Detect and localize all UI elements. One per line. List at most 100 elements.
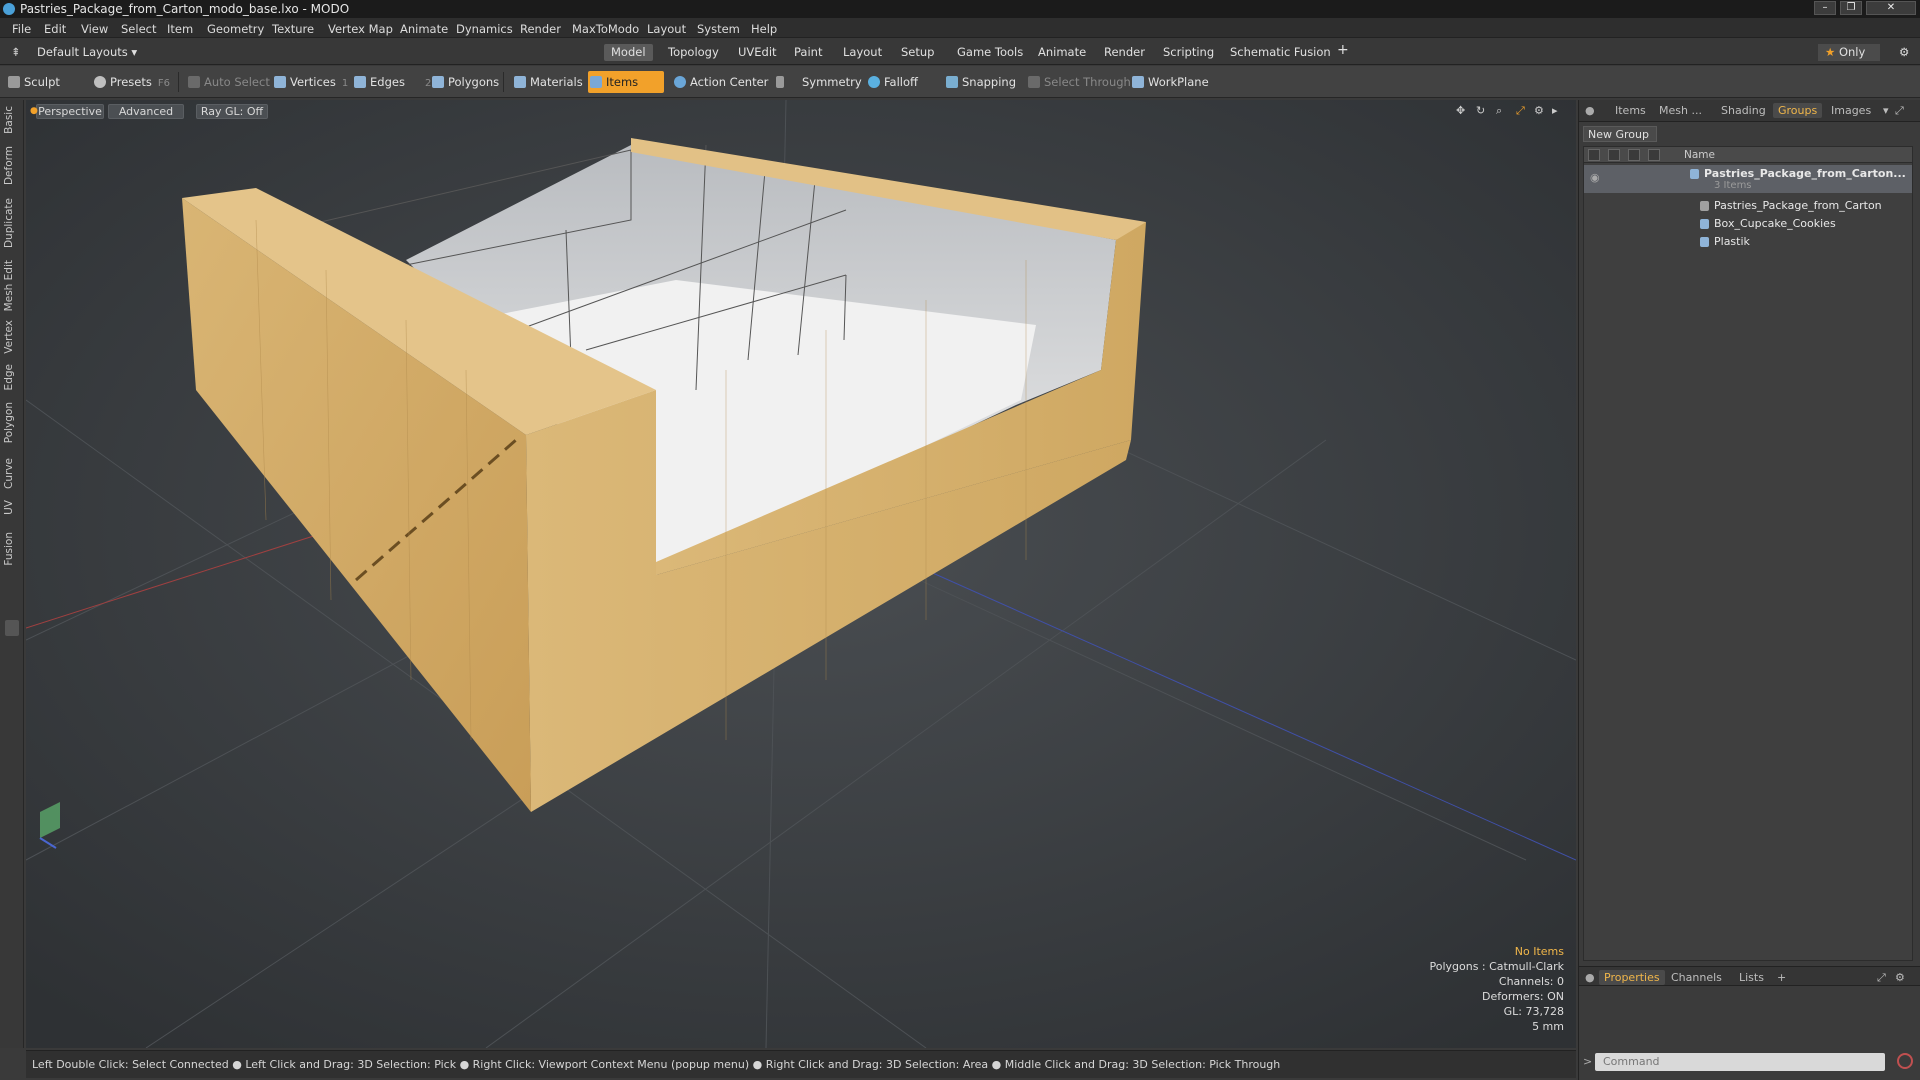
falloff-button[interactable]: Falloff	[866, 71, 918, 93]
menu-geometry[interactable]: Geometry	[207, 22, 264, 36]
tab-game-tools[interactable]: Game Tools	[950, 44, 1030, 61]
vertices-button[interactable]: Vertices 1	[272, 71, 348, 93]
action-center-button[interactable]: Action Center	[672, 71, 768, 93]
tab-items[interactable]: Items	[1615, 104, 1646, 117]
polygons-button[interactable]: Polygons	[430, 71, 499, 93]
tab-uvedit[interactable]: UVEdit	[731, 44, 784, 61]
symmetry-button[interactable]: Symmetry	[774, 71, 862, 93]
menu-select[interactable]: Select	[121, 22, 156, 36]
menu-view[interactable]: View	[81, 22, 108, 36]
new-group-button[interactable]: New Group	[1583, 126, 1657, 142]
tree-item[interactable]: Plastik	[1584, 233, 1912, 251]
tab-paint[interactable]: Paint	[787, 44, 829, 61]
workplane-button[interactable]: WorkPlane	[1130, 71, 1209, 93]
sculpt-button[interactable]: Sculpt	[6, 71, 60, 93]
menu-animate[interactable]: Animate	[400, 22, 448, 36]
tab-setup[interactable]: Setup	[894, 44, 941, 61]
auto-select-toggle[interactable]: Auto Select	[186, 71, 270, 93]
tab-channels[interactable]: Channels	[1671, 971, 1722, 984]
group-row[interactable]: ◉ Pastries_Package_from_Carton... 3 Item…	[1584, 165, 1912, 193]
tab-model[interactable]: Model	[604, 44, 653, 61]
tab-properties[interactable]: Properties	[1599, 970, 1665, 985]
tab-uv[interactable]: UV	[3, 500, 19, 515]
tab-mesh-edit[interactable]: Mesh Edit	[3, 260, 19, 311]
render-col-icon[interactable]	[1608, 149, 1620, 161]
snapping-button[interactable]: Snapping	[944, 71, 1016, 93]
tab-curve[interactable]: Curve	[3, 458, 19, 489]
eye-icon[interactable]: ◉	[1590, 171, 1600, 184]
tab-render[interactable]: Render	[1097, 44, 1152, 61]
tab-scripting[interactable]: Scripting	[1156, 44, 1221, 61]
panel-expand-icon[interactable]: ⤢	[1895, 104, 1904, 118]
tab-edge[interactable]: Edge	[3, 364, 19, 390]
select-col-icon[interactable]	[1648, 149, 1660, 161]
tree-item[interactable]: Box_Cupcake_Cookies	[1584, 215, 1912, 233]
menu-vertex-map[interactable]: Vertex Map	[328, 22, 393, 36]
tab-fusion[interactable]: Fusion	[3, 532, 19, 566]
edges-icon	[354, 76, 366, 88]
bottom-expand-icon[interactable]: ⤢	[1877, 971, 1886, 985]
tab-polygon[interactable]: Polygon	[3, 402, 19, 443]
add-tab-icon[interactable]: +	[1330, 42, 1356, 59]
panel-dropdown-icon[interactable]: ▾	[1883, 104, 1889, 117]
tab-vertex[interactable]: Vertex	[3, 320, 19, 354]
materials-button[interactable]: Materials	[512, 71, 583, 93]
menu-edit[interactable]: Edit	[44, 22, 66, 36]
menu-render[interactable]: Render	[520, 22, 561, 36]
bottom-panel-menu-icon[interactable]: ●	[1585, 971, 1595, 984]
gear-icon[interactable]: ⚙	[1892, 44, 1916, 61]
expand-tabs-icon[interactable]	[5, 620, 19, 636]
tab-shading[interactable]: Shading	[1721, 104, 1766, 117]
viewport-expand-icon[interactable]: ▸	[1552, 104, 1558, 117]
command-input[interactable]: Command	[1595, 1053, 1885, 1071]
tab-duplicate[interactable]: Duplicate	[3, 198, 19, 248]
rotate-view-icon[interactable]: ↻	[1476, 104, 1485, 117]
tab-animate[interactable]: Animate	[1031, 44, 1093, 61]
viewport-menu-icon[interactable]: ●	[30, 106, 38, 116]
menu-item[interactable]: Item	[167, 22, 193, 36]
left-tool-tabs: Basic Deform Duplicate Mesh Edit Vertex …	[0, 100, 24, 1048]
minimize-button[interactable]: –	[1814, 1, 1836, 15]
lock-col-icon[interactable]	[1628, 149, 1640, 161]
bottom-settings-icon[interactable]: ⚙	[1895, 971, 1905, 984]
menu-help[interactable]: Help	[751, 22, 777, 36]
layout-preset-dropdown[interactable]: Default Layouts ▾	[30, 44, 144, 61]
tab-deform[interactable]: Deform	[3, 146, 19, 185]
fit-view-icon[interactable]: ⤢	[1516, 104, 1525, 118]
menu-system[interactable]: System	[697, 22, 740, 36]
tab-layout[interactable]: Layout	[836, 44, 889, 61]
tab-schematic-fusion[interactable]: Schematic Fusion	[1223, 44, 1338, 61]
tab-mesh[interactable]: Mesh ...	[1659, 104, 1702, 117]
tab-images[interactable]: Images	[1831, 104, 1871, 117]
raygl-button[interactable]: Ray GL: Off	[196, 104, 268, 119]
tree-item[interactable]: Pastries_Package_from_Carton	[1584, 197, 1912, 215]
menu-layout[interactable]: Layout	[647, 22, 686, 36]
menu-maxtomodo[interactable]: MaxToModo	[572, 22, 639, 36]
view-mode-button[interactable]: Advanced	[108, 104, 184, 119]
select-through-toggle[interactable]: Select Through	[1026, 71, 1131, 93]
command-stop-icon[interactable]	[1897, 1053, 1913, 1069]
3d-viewport[interactable]: Perspective Advanced Ray GL: Off ● ✥ ↻ ⌕…	[26, 100, 1576, 1048]
edges-button[interactable]: Edges 2	[352, 71, 431, 93]
viewport-settings-icon[interactable]: ⚙	[1534, 104, 1544, 117]
move-view-icon[interactable]: ✥	[1456, 104, 1465, 117]
close-button[interactable]: ✕	[1866, 1, 1916, 15]
panel-menu-icon[interactable]: ●	[1585, 104, 1595, 117]
menu-texture[interactable]: Texture	[272, 22, 314, 36]
presets-button[interactable]: Presets F6	[92, 71, 170, 93]
tab-lists[interactable]: Lists	[1739, 971, 1764, 984]
tab-groups[interactable]: Groups	[1773, 103, 1823, 118]
items-button[interactable]: Items	[588, 71, 664, 93]
menu-dynamics[interactable]: Dynamics	[456, 22, 513, 36]
visibility-col-icon[interactable]	[1588, 149, 1600, 161]
column-name: Name	[1684, 149, 1715, 161]
maximize-button[interactable]: ❐	[1840, 1, 1862, 15]
tab-basic[interactable]: Basic	[3, 106, 19, 134]
add-panel-tab-icon[interactable]: +	[1777, 971, 1786, 984]
menu-file[interactable]: File	[12, 22, 31, 36]
layout-up-icon[interactable]: ⇞	[4, 44, 28, 61]
zoom-view-icon[interactable]: ⌕	[1496, 104, 1502, 118]
tab-topology[interactable]: Topology	[661, 44, 726, 61]
only-toggle[interactable]: ★ Only	[1818, 44, 1880, 61]
view-perspective-button[interactable]: Perspective	[36, 104, 104, 119]
